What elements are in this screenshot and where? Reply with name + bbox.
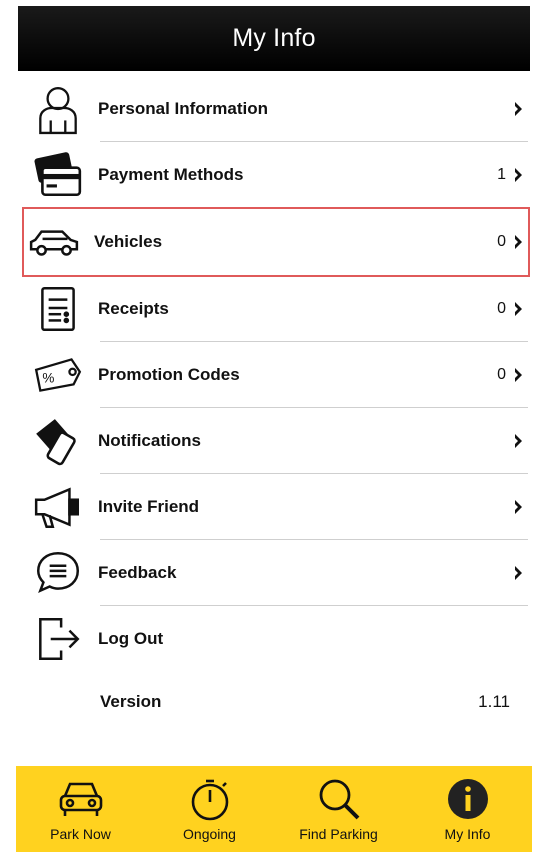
menu-item-label: Receipts — [98, 299, 169, 318]
menu-item-personal-information[interactable]: Personal Information — [28, 76, 528, 142]
menu-item-label: Payment Methods — [98, 165, 244, 184]
bottom-tab-bar: Park Now Ongoing Find Parking My Info — [16, 766, 532, 852]
tag-icon: % — [28, 347, 88, 403]
tab-label: Find Parking — [299, 826, 378, 842]
info-icon — [447, 779, 488, 819]
menu-item-receipts[interactable]: Receipts 0 — [28, 276, 528, 342]
version-label: Version — [100, 692, 162, 711]
chevron-right-icon — [515, 500, 522, 514]
menu-item-notifications[interactable]: Notifications — [28, 408, 528, 474]
menu-item-feedback[interactable]: Feedback — [28, 540, 528, 606]
megaphone-icon — [28, 479, 88, 535]
chevron-right-icon — [515, 235, 522, 249]
menu-item-count: 0 — [497, 300, 506, 317]
menu-item-vehicles[interactable]: Vehicles 0 — [22, 207, 530, 277]
version-row: Version 1.11 — [100, 692, 510, 712]
menu-item-label: Invite Friend — [98, 497, 200, 516]
menu-item-payment-methods[interactable]: Payment Methods 1 — [28, 142, 528, 208]
chevron-right-icon — [515, 434, 522, 448]
menu-item-label: Personal Information — [98, 99, 269, 118]
menu-item-label: Notifications — [98, 431, 201, 450]
tab-label: Ongoing — [183, 826, 236, 842]
menu-item-label: Vehicles — [94, 232, 163, 251]
tab-my-info[interactable]: My Info — [408, 766, 528, 852]
version-value: 1.11 — [478, 692, 510, 711]
search-icon — [319, 779, 359, 820]
chevron-right-icon — [515, 168, 522, 182]
stopwatch-icon — [191, 779, 228, 821]
menu-item-log-out[interactable]: Log Out — [28, 606, 528, 672]
chevron-right-icon — [515, 368, 522, 382]
chevron-right-icon — [515, 302, 522, 316]
chat-icon — [28, 545, 88, 601]
divider — [100, 207, 528, 208]
receipt-icon — [28, 281, 88, 337]
car-front-icon — [59, 782, 102, 816]
menu-item-invite-friend[interactable]: Invite Friend — [28, 474, 528, 540]
car-icon — [24, 214, 84, 270]
menu-item-promotion-codes[interactable]: % Promotion Codes 0 — [28, 342, 528, 408]
header-bar: My Info — [18, 6, 530, 71]
menu-item-count: 0 — [497, 233, 506, 250]
page-title: My Info — [232, 24, 316, 52]
cards-icon — [28, 147, 88, 203]
tab-ongoing[interactable]: Ongoing — [150, 766, 270, 852]
chevron-right-icon — [515, 102, 522, 116]
menu-item-label: Feedback — [98, 563, 177, 582]
chevron-right-icon — [515, 566, 522, 580]
tab-find-parking[interactable]: Find Parking — [279, 766, 399, 852]
tab-label: Park Now — [50, 826, 111, 842]
tab-label: My Info — [444, 826, 491, 842]
svg-text:%: % — [42, 370, 54, 385]
menu-item-count: 0 — [497, 366, 506, 383]
person-icon — [28, 81, 88, 137]
notifications-icon — [28, 413, 88, 469]
menu-item-label: Log Out — [98, 629, 164, 648]
tab-park-now[interactable]: Park Now — [21, 766, 141, 852]
menu-item-count: 1 — [497, 166, 506, 183]
logout-icon — [28, 611, 88, 667]
menu-item-label: Promotion Codes — [98, 365, 240, 384]
